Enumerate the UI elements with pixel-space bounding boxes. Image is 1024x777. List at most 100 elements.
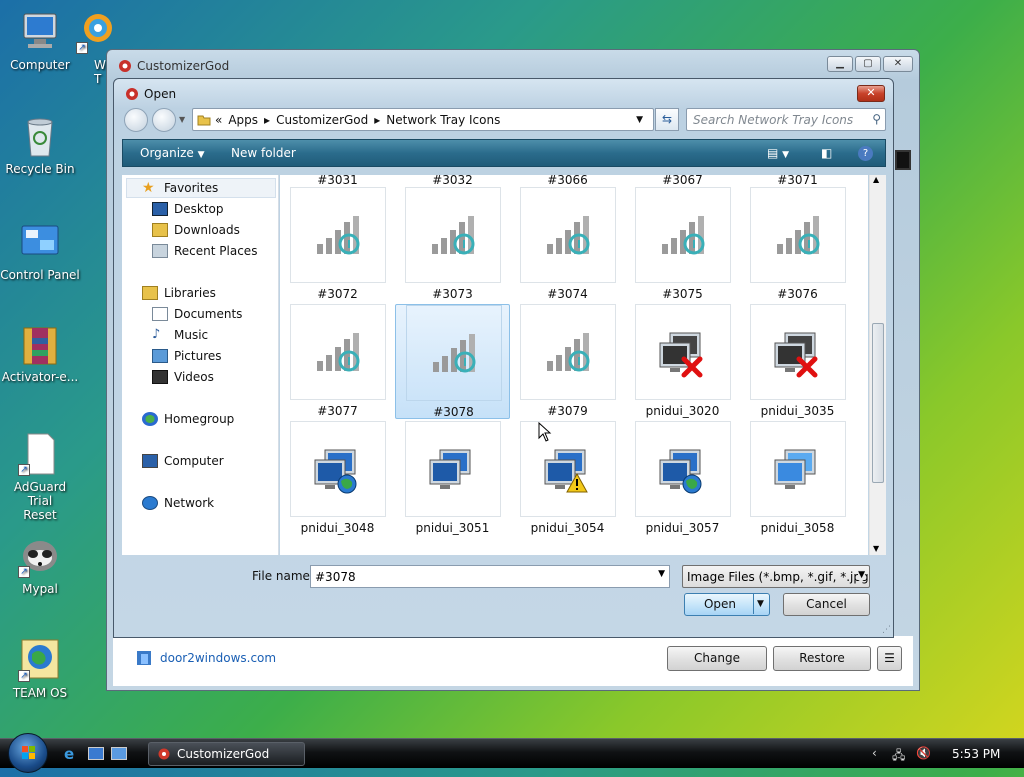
scroll-down-icon[interactable]: ▼ (873, 544, 879, 553)
chevron-down-icon: ▼ (197, 150, 205, 160)
search-input[interactable]: Search Network Tray Icons ⚲ (686, 108, 886, 131)
breadcrumb-network-tray-icons[interactable]: Network Tray Icons (386, 113, 500, 127)
view-options-icon[interactable]: ▤ ▼ (767, 146, 789, 160)
nav-libraries[interactable]: Libraries (142, 286, 216, 300)
file-tile[interactable]: pnidui_3057 (625, 421, 740, 536)
forward-button[interactable] (152, 108, 176, 132)
desktop-icon-adguard[interactable]: ↗ AdGuard Trial Reset (0, 432, 80, 522)
ie-quicklaunch-icon[interactable]: e (64, 745, 74, 763)
nav-network[interactable]: Network (142, 496, 214, 510)
help-icon[interactable]: ? (858, 146, 873, 161)
breadcrumb-chevron[interactable]: « (215, 113, 222, 127)
open-dialog[interactable]: Open ✕ ▼ « Apps ▸ CustomizerGod ▸ Networ… (113, 78, 894, 638)
clock[interactable]: 5:53 PM (952, 747, 1000, 761)
minimize-button[interactable]: ▁ (827, 56, 853, 72)
breadcrumb-apps[interactable]: Apps (228, 113, 258, 127)
signal-bars-icon (426, 214, 482, 261)
file-type-dropdown-icon[interactable]: ▼ (858, 570, 865, 580)
network-disconnected-icon (771, 331, 823, 382)
file-tile[interactable]: #3074 (510, 187, 625, 302)
file-tile[interactable]: pnidui_3051 (395, 421, 510, 536)
file-tile[interactable]: pnidui_3048 (280, 421, 395, 536)
desktop-icon-activator[interactable]: Activator-e... (0, 322, 80, 384)
maximize-button[interactable]: ▢ (855, 56, 881, 72)
file-tile[interactable]: #3076 (740, 187, 855, 302)
file-thumbnail (635, 421, 731, 517)
switch-windows-icon[interactable] (111, 747, 127, 760)
file-tile[interactable]: #3072 (280, 187, 395, 302)
file-thumbnail (635, 304, 731, 400)
scroll-up-icon[interactable]: ▲ (873, 175, 879, 184)
windows-logo-icon (22, 746, 35, 759)
file-tile[interactable]: pnidui_3058 (740, 421, 855, 536)
desktop-icon-recycle-bin[interactable]: Recycle Bin (0, 114, 80, 176)
taskbar-button-customizergod[interactable]: CustomizerGod (148, 742, 305, 766)
file-name: pnidui_3054 (530, 521, 605, 535)
file-tile[interactable]: pnidui_3035 (740, 304, 855, 419)
nav-documents[interactable]: Documents (152, 307, 242, 321)
desktop-icon-mypal[interactable]: ↗ Mypal (0, 534, 80, 596)
open-button[interactable]: Open ▼ (684, 593, 770, 616)
file-tile[interactable]: #3077 (280, 304, 395, 419)
open-split-arrow-icon[interactable]: ▼ (753, 594, 767, 614)
search-icon[interactable]: ⚲ (872, 112, 881, 126)
file-tile[interactable]: pnidui_3054 (510, 421, 625, 536)
desktop-icon-label: AdGuard Trial Reset (13, 480, 67, 522)
cancel-button[interactable]: Cancel (783, 593, 870, 616)
file-tile[interactable]: #3073 (395, 187, 510, 302)
nav-computer[interactable]: Computer (142, 454, 224, 468)
breadcrumb-customizergod[interactable]: CustomizerGod (276, 113, 368, 127)
file-tile[interactable]: #3079 (510, 304, 625, 419)
history-dropdown-icon[interactable]: ▼ (179, 115, 185, 124)
file-tile[interactable]: #3078 (395, 304, 510, 419)
nav-recent-label: Recent Places (174, 244, 258, 258)
folder-icon (197, 115, 211, 125)
preview-pane-icon[interactable]: ◧ (821, 146, 832, 160)
file-name: pnidui_3035 (760, 404, 835, 418)
desktop-icon-control-panel[interactable]: Control Panel (0, 220, 80, 282)
close-button[interactable]: ✕ (883, 56, 913, 72)
network-tray-icon[interactable]: 🖧 (892, 746, 905, 767)
nav-music-label: Music (174, 328, 209, 342)
nav-homegroup[interactable]: Homegroup (142, 412, 234, 426)
show-desktop-icon[interactable] (88, 747, 104, 760)
nav-pictures[interactable]: Pictures (152, 349, 222, 363)
show-hidden-icons[interactable]: ‹ (872, 746, 877, 760)
desktop-icon-team-os[interactable]: ↗ TEAM OS (0, 638, 80, 700)
resize-grip-icon[interactable]: ⋰ (882, 625, 891, 635)
nav-homegroup-label: Homegroup (164, 412, 235, 426)
file-type-select[interactable]: Image Files (*.bmp, *.gif, *.jpg, ▼ (682, 565, 870, 588)
address-dropdown-icon[interactable]: ▼ (636, 115, 643, 125)
restore-button[interactable]: Restore (773, 646, 871, 671)
door2windows-link[interactable]: door2windows.com (136, 650, 276, 666)
organize-button[interactable]: Organize ▼ (140, 146, 205, 160)
parent-window-title: CustomizerGod (137, 59, 230, 73)
desktop-icon-computer[interactable]: Computer (0, 10, 80, 72)
navigation-pane: ★ Favorites Desktop Downloads Recent Plac… (122, 175, 279, 555)
change-button[interactable]: Change (667, 646, 767, 671)
downloads-folder-icon (152, 223, 168, 237)
file-name-dropdown-icon[interactable]: ▼ (658, 569, 665, 579)
taskbar: e CustomizerGod ‹ 🖧 🔇 5:53 PM (0, 733, 1024, 773)
back-button[interactable] (124, 108, 148, 132)
nav-favorites[interactable]: ★ Favorites (142, 181, 218, 195)
file-thumbnail (405, 187, 501, 283)
raccoon-icon: ↗ (18, 534, 62, 578)
volume-muted-icon[interactable]: 🔇 (916, 746, 931, 760)
file-name-input[interactable]: #3078 ▼ (310, 565, 670, 588)
dialog-close-button[interactable]: ✕ (857, 85, 885, 102)
new-folder-button[interactable]: New folder (231, 146, 296, 160)
scroll-thumb[interactable] (872, 323, 884, 483)
vertical-scrollbar[interactable]: ▲ ▼ (869, 175, 886, 555)
nav-music[interactable]: ♪ Music (152, 328, 209, 343)
file-tile[interactable]: pnidui_3020 (625, 304, 740, 419)
nav-recent-places[interactable]: Recent Places (152, 244, 257, 258)
start-button[interactable] (8, 733, 48, 773)
nav-desktop[interactable]: Desktop (152, 202, 224, 216)
nav-videos[interactable]: Videos (152, 370, 214, 384)
menu-button[interactable]: ☰ (877, 646, 902, 671)
nav-downloads[interactable]: Downloads (152, 223, 240, 237)
address-bar[interactable]: « Apps ▸ CustomizerGod ▸ Network Tray Ic… (192, 108, 654, 131)
file-tile[interactable]: #3075 (625, 187, 740, 302)
refresh-button[interactable]: ⇆ (655, 108, 679, 131)
